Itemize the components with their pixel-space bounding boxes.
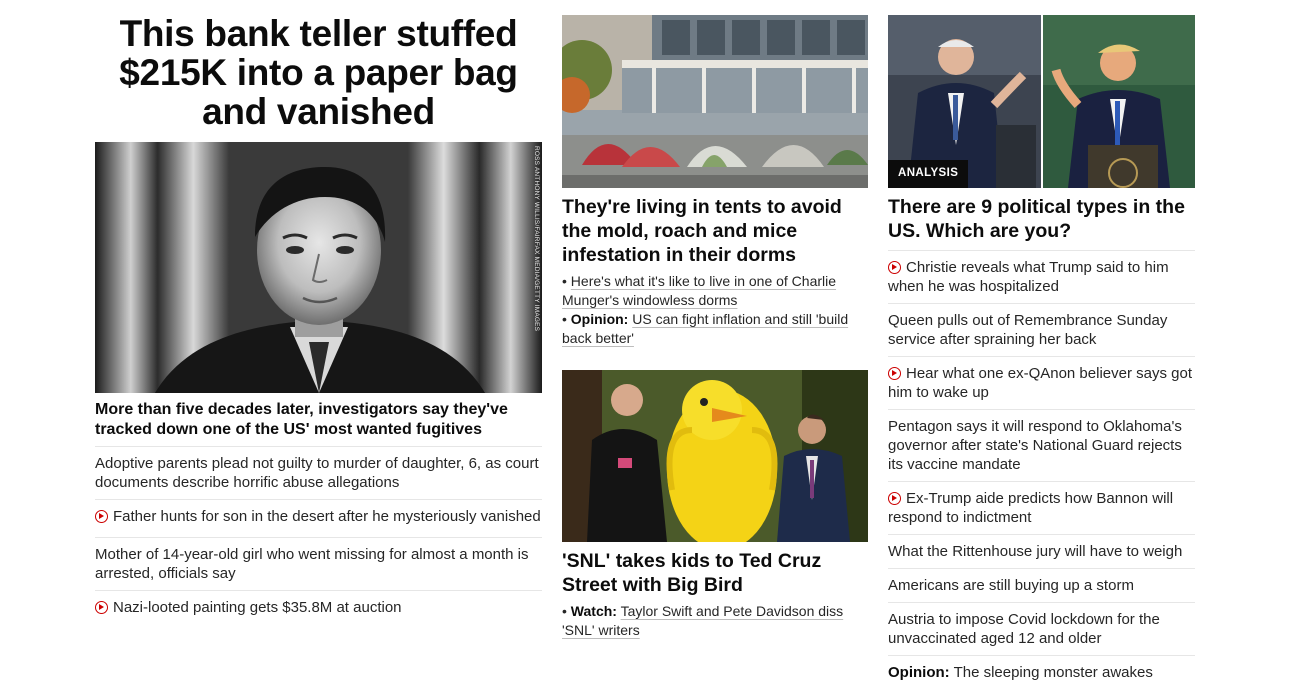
lead-story-column: This bank teller stuffed $215K into a pa… xyxy=(95,0,542,616)
lead-subheadline[interactable]: More than five decades later, investigat… xyxy=(95,400,542,440)
link-prefix: Opinion: xyxy=(888,664,950,681)
political-types-headline[interactable]: There are 9 political types in the US. W… xyxy=(888,195,1188,243)
lead-headline[interactable]: This bank teller stuffed $215K into a pa… xyxy=(95,14,542,131)
link-text[interactable]: Austria to impose Covid lockdown for the… xyxy=(888,611,1160,647)
video-play-icon xyxy=(888,492,901,505)
tents-story-photo[interactable] xyxy=(562,15,868,188)
analysis-badge: ANALYSIS xyxy=(888,160,969,188)
list-item[interactable]: What the Rittenhouse jury will have to w… xyxy=(888,534,1195,568)
link-text[interactable]: Father hunts for son in the desert after… xyxy=(113,508,541,525)
link-text[interactable]: Mother of 14-year-old girl who went miss… xyxy=(95,546,529,582)
list-item[interactable]: Americans are still buying up a storm xyxy=(888,568,1195,602)
video-play-icon xyxy=(888,261,901,274)
link-text[interactable]: Americans are still buying up a storm xyxy=(888,577,1134,594)
list-item[interactable]: Mother of 14-year-old girl who went miss… xyxy=(95,537,542,590)
bullet-prefix: Watch: xyxy=(570,603,617,619)
link-text[interactable]: Queen pulls out of Remembrance Sunday se… xyxy=(888,312,1167,348)
bullet-prefix: Opinion: xyxy=(570,311,629,327)
bullet-item[interactable]: • Here's what it's like to live in one o… xyxy=(562,272,862,310)
snl-story-headline[interactable]: 'SNL' takes kids to Ted Cruz Street with… xyxy=(562,549,862,597)
tents-photo-image xyxy=(562,15,868,188)
list-item[interactable]: Nazi-looted painting gets $35.8M at auct… xyxy=(95,590,542,624)
list-item[interactable]: Queen pulls out of Remembrance Sunday se… xyxy=(888,303,1195,356)
snl-story-photo[interactable] xyxy=(562,370,868,542)
video-play-icon xyxy=(95,510,108,523)
right-link-list: Christie reveals what Trump said to him … xyxy=(888,250,1195,689)
political-types-photo[interactable]: ANALYSIS xyxy=(888,15,1195,188)
photo-credit: ROSS ANTHONY WILLIS/FAIRFAX MEDIA/GETTY … xyxy=(533,146,540,332)
bullet-item[interactable]: • Opinion: US can fight inflation and st… xyxy=(562,310,862,348)
homepage-news-grid: This bank teller stuffed $215K into a pa… xyxy=(0,0,1290,699)
bullet-link[interactable]: Here's what it's like to live in one of … xyxy=(562,273,836,308)
link-text[interactable]: Pentagon says it will respond to Oklahom… xyxy=(888,418,1182,473)
link-text[interactable]: Nazi-looted painting gets $35.8M at auct… xyxy=(113,599,402,616)
lead-photo-image xyxy=(95,142,542,393)
tents-story-bullets: • Here's what it's like to live in one o… xyxy=(562,272,862,348)
link-text[interactable]: Ex-Trump aide predicts how Bannon will r… xyxy=(888,490,1173,526)
video-play-icon xyxy=(95,601,108,614)
video-play-icon xyxy=(888,367,901,380)
link-text[interactable]: The sleeping monster awakes xyxy=(954,664,1153,681)
list-item[interactable]: Pentagon says it will respond to Oklahom… xyxy=(888,409,1195,481)
tents-story-headline[interactable]: They're living in tents to avoid the mol… xyxy=(562,195,862,267)
lead-photo[interactable]: ROSS ANTHONY WILLIS/FAIRFAX MEDIA/GETTY … xyxy=(95,142,542,393)
list-item[interactable]: Hear what one ex-QAnon believer says got… xyxy=(888,356,1195,409)
snl-story-bullets: • Watch: Taylor Swift and Pete Davidson … xyxy=(562,602,862,640)
list-item[interactable]: Ex-Trump aide predicts how Bannon will r… xyxy=(888,481,1195,534)
link-text[interactable]: Christie reveals what Trump said to him … xyxy=(888,259,1169,295)
list-item[interactable]: Adoptive parents plead not guilty to mur… xyxy=(95,446,542,499)
bullet-item[interactable]: • Watch: Taylor Swift and Pete Davidson … xyxy=(562,602,862,640)
snl-photo-image xyxy=(562,370,868,542)
link-text[interactable]: Adoptive parents plead not guilty to mur… xyxy=(95,455,539,491)
list-item[interactable]: Christie reveals what Trump said to him … xyxy=(888,250,1195,303)
list-item[interactable]: Austria to impose Covid lockdown for the… xyxy=(888,602,1195,655)
link-text[interactable]: Hear what one ex-QAnon believer says got… xyxy=(888,365,1192,401)
list-item[interactable]: Opinion: The sleeping monster awakes xyxy=(888,655,1195,689)
list-item[interactable]: Father hunts for son in the desert after… xyxy=(95,499,542,537)
left-link-list: Adoptive parents plead not guilty to mur… xyxy=(95,446,542,624)
link-text[interactable]: What the Rittenhouse jury will have to w… xyxy=(888,543,1182,560)
